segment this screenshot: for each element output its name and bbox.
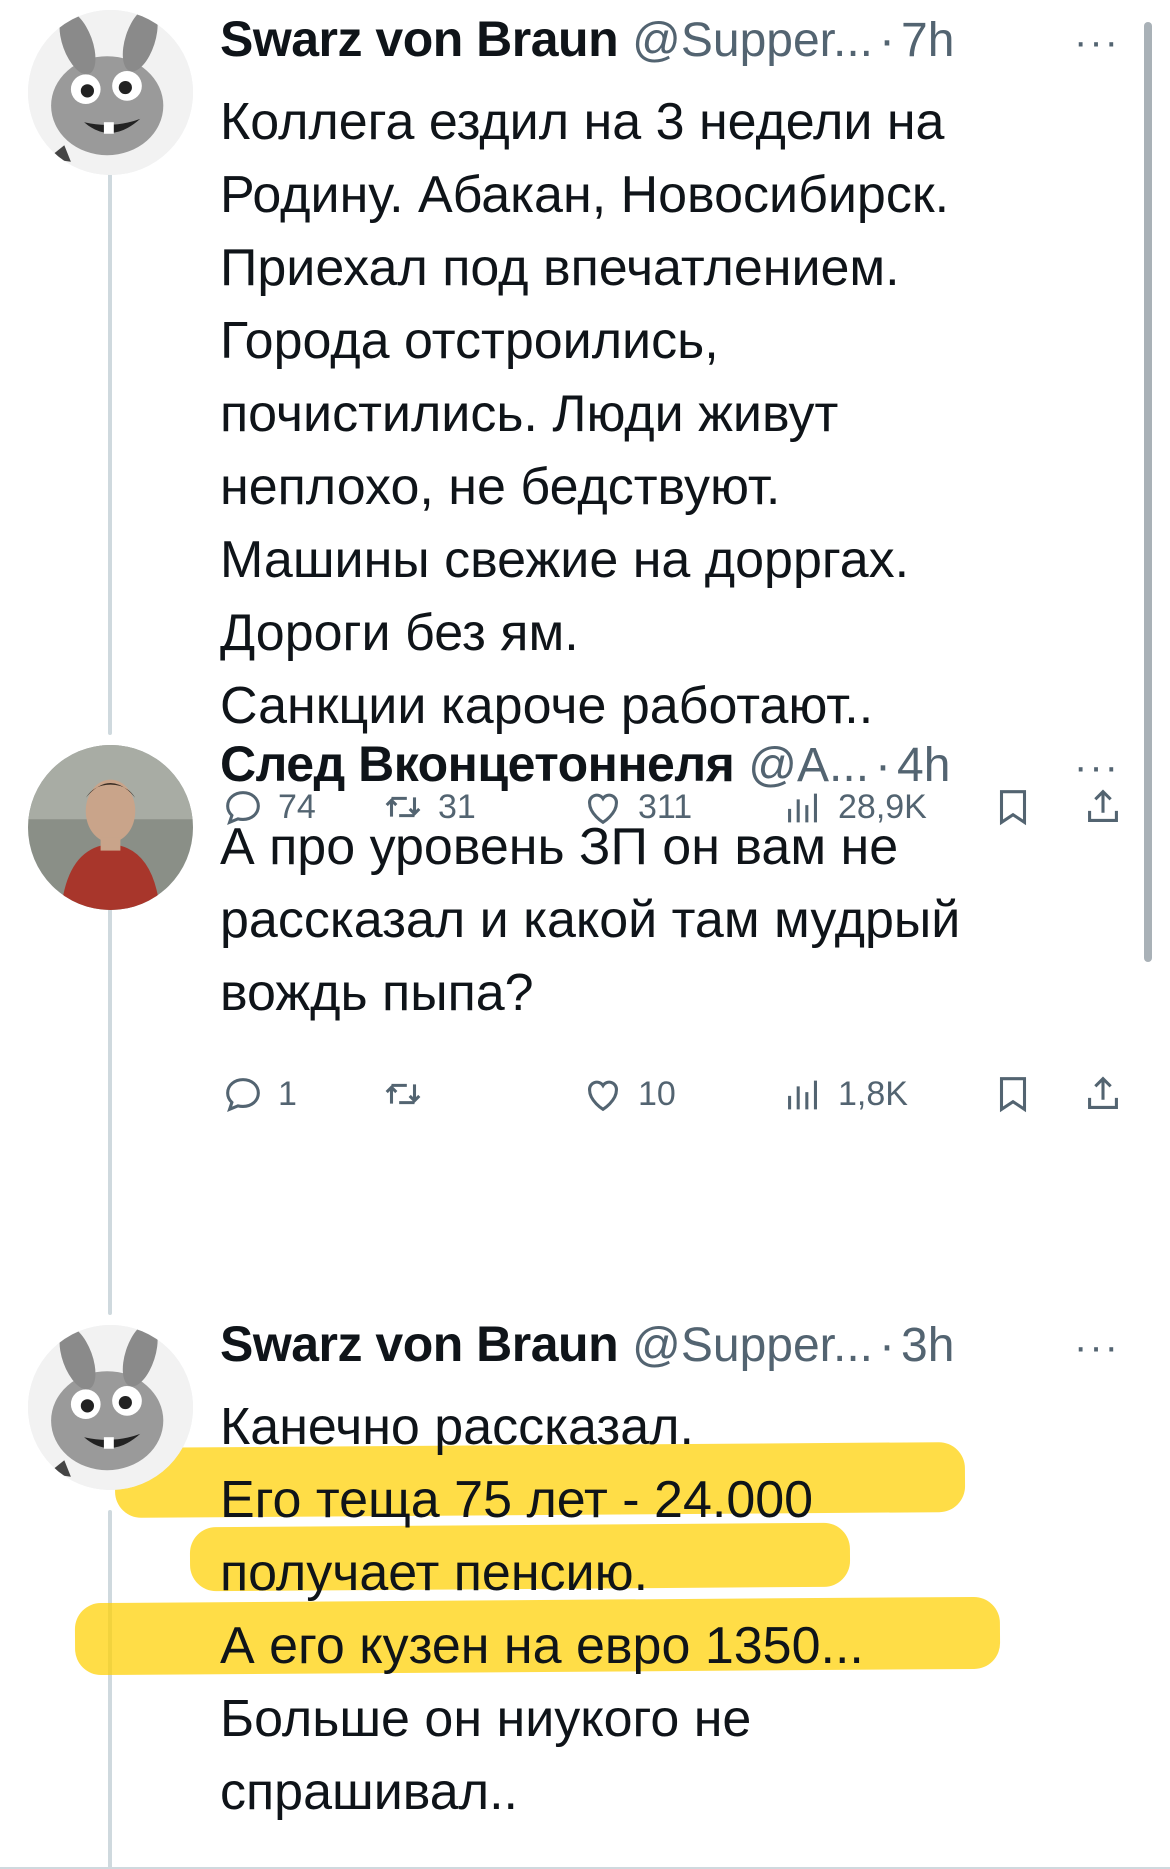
- tweet-text-line: Родину. Абакан, Новосибирск.: [220, 166, 950, 224]
- reply-icon: [226, 1078, 260, 1113]
- author-name[interactable]: Swarz von Braun: [220, 10, 619, 68]
- tweet-text-line: Коллега ездил на 3 недели на: [220, 93, 945, 151]
- tweet-text: Канечно рассказал. Его теща 75 лет - 24.…: [220, 1391, 1140, 1829]
- tweet-text-line: А его кузен на евро 1350...: [220, 1617, 864, 1675]
- retweet-icon: [385, 1083, 421, 1105]
- tweet-text-line: Приехал под впечатлением.: [220, 239, 900, 297]
- views-icon: [788, 1080, 817, 1110]
- tweet-text-line: Его теща 75 лет - 24.000: [220, 1471, 814, 1529]
- tweet-text-line: Санкции кароче работают..: [220, 677, 874, 735]
- action-bar: 1 10 1,8K: [220, 1064, 1140, 1124]
- share-button[interactable]: [1080, 1071, 1126, 1117]
- timestamp[interactable]: 4h: [897, 738, 950, 793]
- retweet-button[interactable]: [380, 1071, 580, 1117]
- tweet-text-line: Города отстроились,: [220, 312, 719, 370]
- tweet-text-line: вождь пыпа?: [220, 964, 534, 1022]
- more-icon[interactable]: ···: [1074, 745, 1120, 790]
- tweet-text-line: Дороги без ям.: [220, 604, 579, 662]
- tweet-text-line: Больше он ниукого не: [220, 1690, 752, 1748]
- rabbit-avatar-icon: [28, 10, 193, 175]
- tweet-text: Коллега ездил на 3 недели на Родину. Аба…: [220, 86, 1140, 743]
- author-name[interactable]: Swarz von Braun: [220, 1315, 619, 1373]
- tweet-header: След Вконцетоннеля @A... · 4h: [220, 735, 1140, 805]
- like-count: 10: [638, 1074, 676, 1113]
- thread-line: [108, 160, 112, 735]
- author-handle[interactable]: @Supper...: [632, 13, 873, 68]
- separator-dot: ·: [879, 14, 895, 67]
- share-icon: [1088, 1076, 1118, 1109]
- avatar[interactable]: [28, 1325, 193, 1490]
- tweet-text-line: почистились. Люди живут: [220, 385, 839, 443]
- tweet[interactable]: Swarz von Braun @Supper... · 3h ··· Кане…: [220, 1315, 1140, 1829]
- man-avatar-icon: [28, 745, 193, 910]
- tweet-text-line: А про уровень ЗП он вам не: [220, 818, 899, 876]
- bookmark-button[interactable]: [990, 1071, 1080, 1117]
- views-button[interactable]: 1,8K: [780, 1071, 990, 1117]
- tweet-text-line: рассказал и какой там мудрый: [220, 891, 961, 949]
- tweet-text-line: получает пенсию.: [220, 1544, 649, 1602]
- tweet-text-line: неплохо, не бедствуют.: [220, 458, 781, 516]
- separator-dot: ·: [879, 1319, 895, 1372]
- timestamp[interactable]: 3h: [901, 1318, 954, 1373]
- thread-line: [108, 895, 112, 1315]
- thread-line: [108, 1510, 112, 1869]
- bookmark-icon: [999, 1077, 1027, 1113]
- tweet-text-line: спрашивал..: [220, 1763, 518, 1821]
- reply-button[interactable]: 1: [220, 1071, 380, 1117]
- like-icon: [588, 1080, 618, 1112]
- author-name[interactable]: След Вконцетоннеля: [220, 735, 735, 793]
- reply-count: 1: [278, 1074, 297, 1113]
- rabbit-avatar-icon: [28, 1325, 193, 1490]
- avatar[interactable]: [28, 745, 193, 910]
- more-icon[interactable]: ···: [1074, 1325, 1120, 1370]
- author-handle[interactable]: @Supper...: [632, 1318, 873, 1373]
- more-icon[interactable]: ···: [1074, 20, 1120, 65]
- tweet[interactable]: Swarz von Braun @Supper... · 7h ··· Колл…: [220, 10, 1140, 837]
- like-button[interactable]: 10: [580, 1071, 780, 1117]
- scrollbar[interactable]: [1144, 22, 1152, 962]
- tweet-header: Swarz von Braun @Supper... · 3h: [220, 1315, 1140, 1385]
- tweet-header: Swarz von Braun @Supper... · 7h: [220, 10, 1140, 80]
- author-handle[interactable]: @A...: [748, 738, 869, 793]
- view-count: 1,8K: [838, 1074, 908, 1113]
- tweet-text-line: Канечно рассказал.: [220, 1398, 694, 1456]
- separator-dot: ·: [875, 739, 892, 792]
- tweet-text: А про уровень ЗП он вам не рассказал и к…: [220, 811, 1140, 1030]
- timestamp[interactable]: 7h: [901, 13, 954, 68]
- avatar[interactable]: [28, 10, 193, 175]
- tweet-text-line: Машины свежие на дорргах.: [220, 531, 910, 589]
- tweet[interactable]: След Вконцетоннеля @A... · 4h ··· А про …: [220, 735, 1140, 1124]
